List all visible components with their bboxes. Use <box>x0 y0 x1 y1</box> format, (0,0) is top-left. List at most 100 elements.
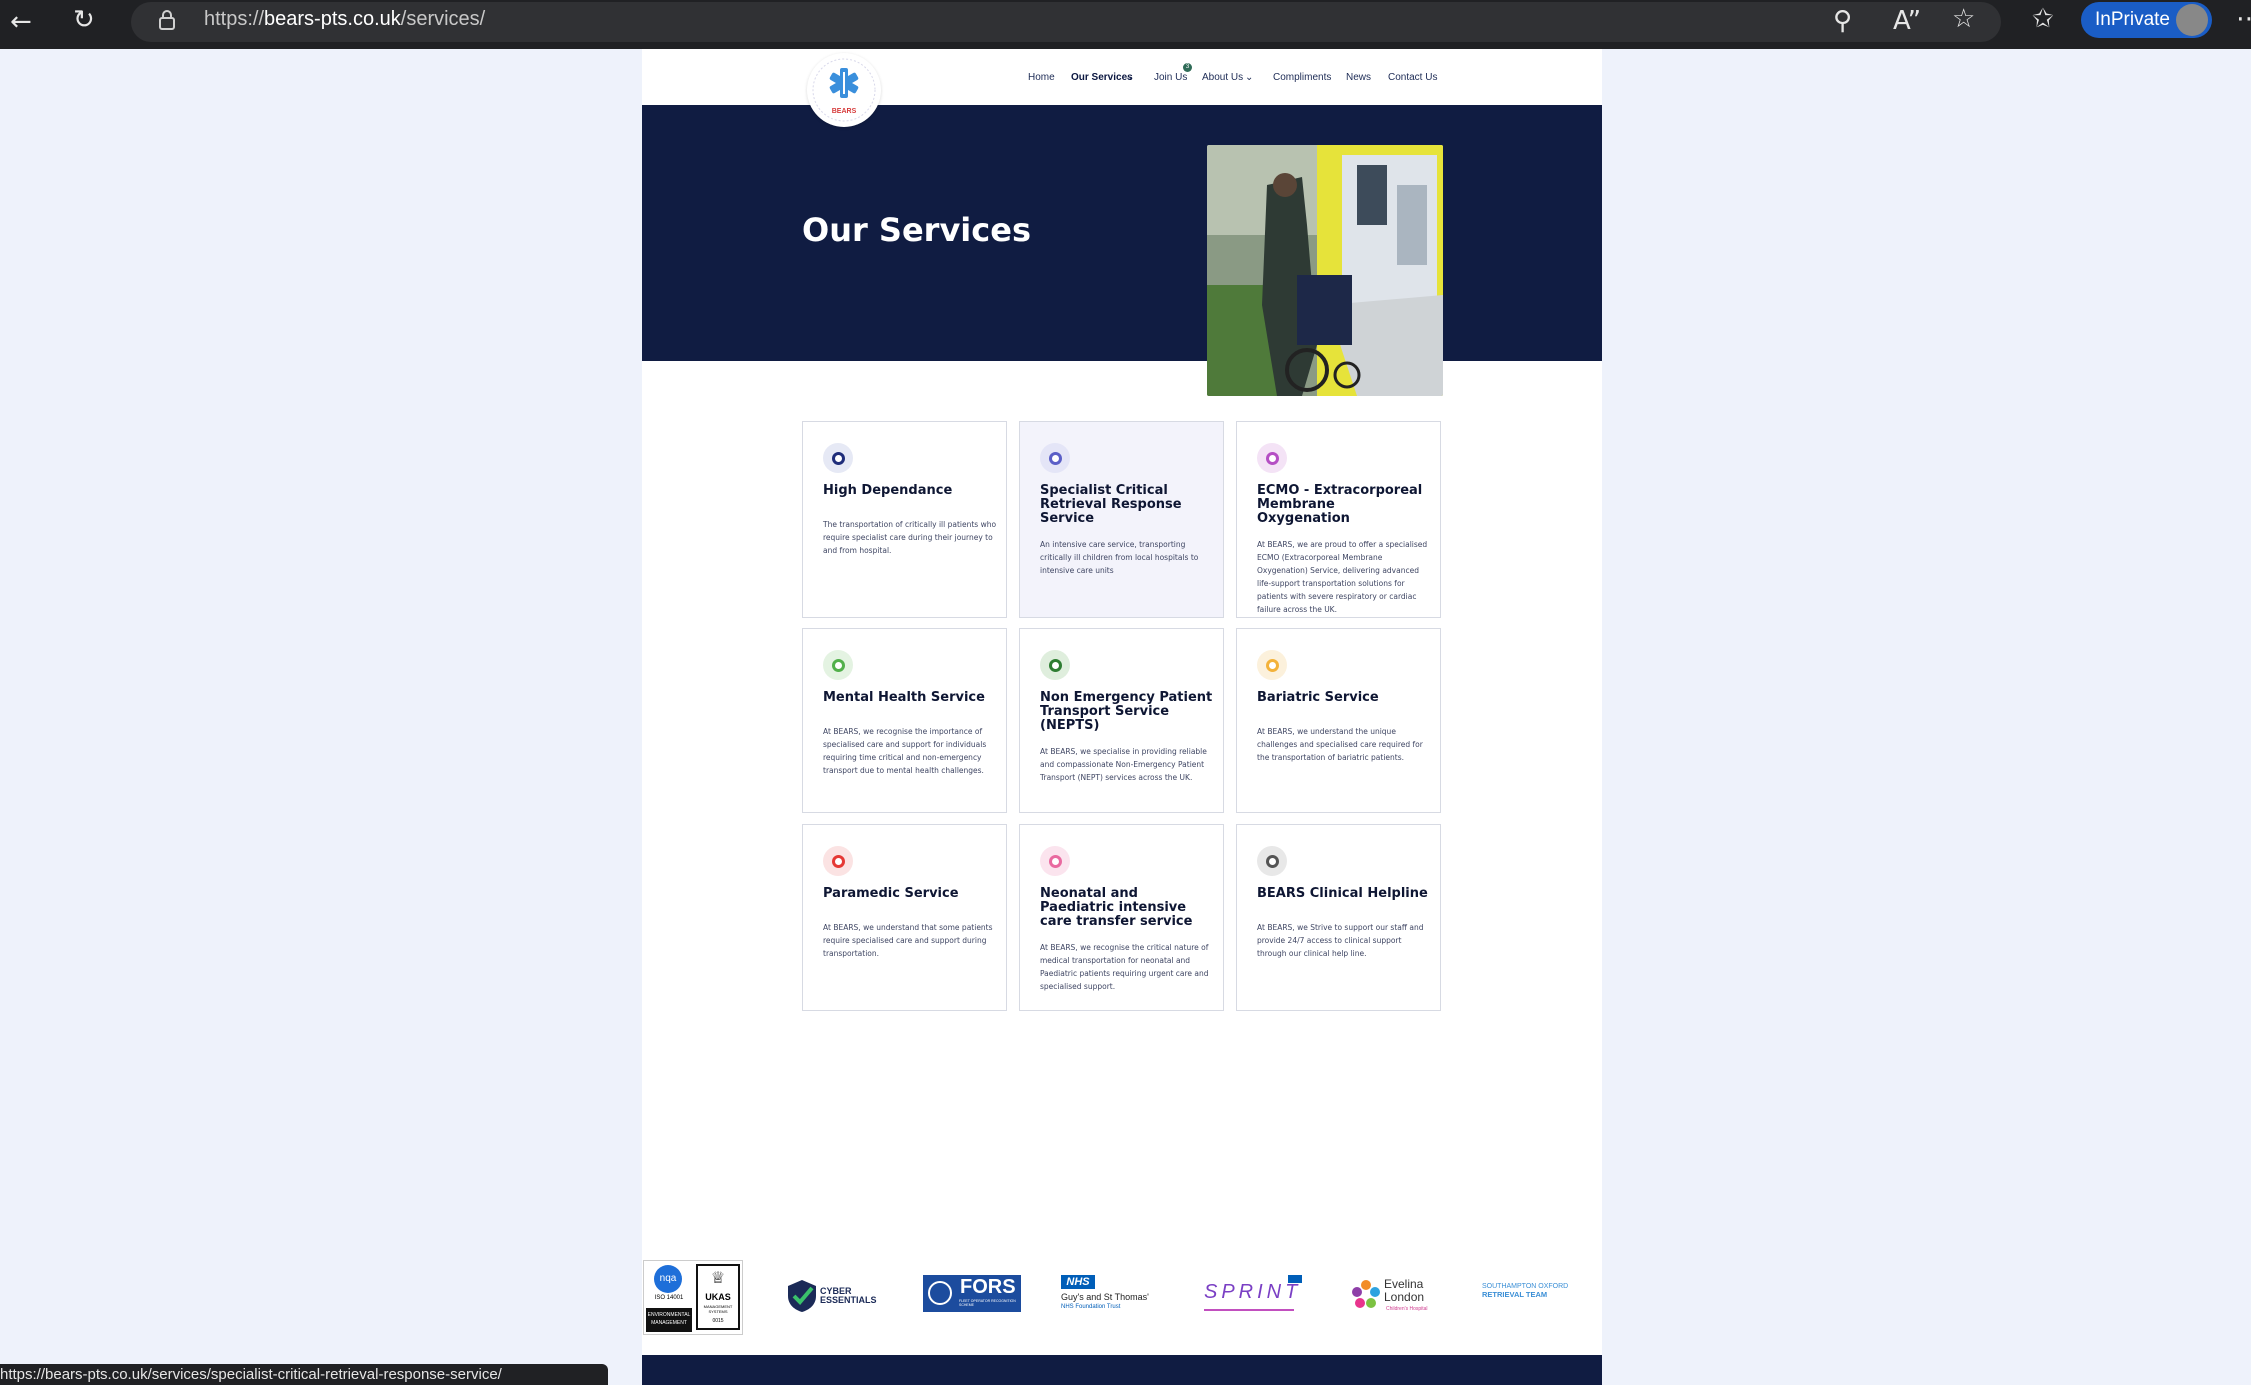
link-status-bar: https://bears-pts.co.uk/services/special… <box>0 1364 608 1385</box>
nav-news[interactable]: News <box>1346 72 1371 83</box>
crown-icon: ♕ <box>710 1268 726 1287</box>
service-card[interactable]: Non Emergency Patient Transport Service … <box>1019 628 1224 813</box>
circle-icon <box>1049 659 1062 672</box>
service-title[interactable]: Paramedic Service <box>823 887 998 901</box>
nav-contact-us[interactable]: Contact Us <box>1388 72 1437 83</box>
nqa-iso: ISO 14001 <box>654 1295 684 1301</box>
chevron-down-icon[interactable]: ⌄ <box>1245 72 1253 83</box>
ukas-sub: MANAGEMENT SYSTEMS <box>703 1304 733 1314</box>
fors-circle-icon <box>928 1281 952 1305</box>
service-title[interactable]: Mental Health Service <box>823 691 998 705</box>
service-card[interactable]: High Dependance The transportation of cri… <box>802 421 1007 618</box>
inprivate-button[interactable]: InPrivate <box>2081 2 2212 38</box>
sprint-underline <box>1204 1309 1294 1311</box>
url-text[interactable]: https://bears-pts.co.uk/services/ <box>204 8 485 31</box>
nhs-mark: NHS <box>1061 1275 1095 1289</box>
nav-our-services[interactable]: Our Services <box>1071 72 1133 83</box>
add-favorite-icon[interactable]: ☆ <box>1952 6 1975 32</box>
service-card[interactable]: Paramedic Service At BEARS, we understand… <box>802 824 1007 1011</box>
soton-line1: SOUTHAMPTON OXFORD <box>1482 1283 1569 1290</box>
profile-avatar <box>2176 4 2208 36</box>
service-title[interactable]: ECMO - Extracorporeal Membrane Oxygenati… <box>1257 484 1432 526</box>
favorites-icon[interactable]: ✩ <box>2032 6 2054 32</box>
circle-icon <box>1266 452 1279 465</box>
nqa-ukas-logo: nqa ISO 14001 ENVIRONMENTAL MANAGEMENT ♕… <box>643 1260 743 1335</box>
evelina-logo: Evelina London Children's Hospital <box>1351 1275 1441 1317</box>
soton-line2: RETRIEVAL TEAM <box>1482 1290 1548 1299</box>
service-description: The transportation of critically ill pat… <box>823 520 997 555</box>
service-description: At BEARS, we recognise the critical natu… <box>1040 943 1209 991</box>
url-scheme: https:// <box>204 8 265 30</box>
nav-compliments[interactable]: Compliments <box>1273 72 1331 83</box>
service-title[interactable]: Neonatal and Paediatric intensive care t… <box>1040 887 1215 929</box>
service-description: At BEARS, we recognise the importance of… <box>823 727 987 775</box>
southampton-oxford-logo: SOUTHAMPTON OXFORD RETRIEVAL TEAM <box>1482 1283 1592 1307</box>
circle-icon <box>832 855 845 868</box>
fors-sub: FLEET OPERATOR RECOGNITION SCHEME <box>959 1299 1016 1307</box>
logo-text: BEARS <box>832 108 857 115</box>
more-menu-icon[interactable]: ⋯ <box>2236 6 2251 32</box>
service-card[interactable]: BEARS Clinical Helpline At BEARS, we Stri… <box>1236 824 1441 1011</box>
join-us-badge: 3 <box>1183 63 1192 72</box>
nqa-env: ENVIRONMENTAL MANAGEMENT <box>646 1308 692 1332</box>
zoom-out-icon[interactable]: ⚲ <box>1833 8 1852 34</box>
guys-text: Guy's and St Thomas' <box>1061 1292 1149 1302</box>
ukas-number: 0015 <box>712 1318 724 1324</box>
service-icon <box>1257 650 1287 680</box>
service-icon <box>823 650 853 680</box>
service-icon <box>1040 846 1070 876</box>
circle-icon <box>1266 659 1279 672</box>
partner-logos: nqa ISO 14001 ENVIRONMENTAL MANAGEMENT ♕… <box>642 1259 1602 1339</box>
web-page: BEARS Home Our Services ⌄ Join Us 3 Abou… <box>642 49 1602 1385</box>
ukas-text: UKAS <box>705 1292 731 1302</box>
flower-icon <box>1352 1280 1380 1308</box>
star-of-life-icon: BEARS <box>812 58 876 122</box>
guys-st-thomas-logo: NHS Guy's and St Thomas' NHS Foundation … <box>1061 1275 1171 1315</box>
chevron-down-icon[interactable]: ⌄ <box>1125 72 1133 83</box>
page-title: Our Services <box>802 211 1031 249</box>
evelina-text: Evelina London <box>1384 1277 1425 1304</box>
service-title[interactable]: BEARS Clinical Helpline <box>1257 887 1432 901</box>
browser-toolbar: ← ↻ https://bears-pts.co.uk/services/ ⚲ … <box>0 0 2251 49</box>
service-card[interactable]: Neonatal and Paediatric intensive care t… <box>1019 824 1224 1011</box>
lock-icon[interactable] <box>158 9 176 31</box>
service-card[interactable]: Bariatric Service At BEARS, we understand… <box>1236 628 1441 813</box>
back-arrow-icon[interactable]: ← <box>10 9 32 35</box>
hero-photo <box>1207 145 1443 396</box>
service-title[interactable]: High Dependance <box>823 484 998 498</box>
service-card[interactable]: ECMO - Extracorporeal Membrane Oxygenati… <box>1236 421 1441 618</box>
service-description: At BEARS, we understand the unique chall… <box>1257 727 1423 762</box>
service-icon <box>1040 443 1070 473</box>
service-icon <box>823 443 853 473</box>
service-title[interactable]: Non Emergency Patient Transport Service … <box>1040 691 1215 733</box>
service-card[interactable]: Specialist Critical Retrieval Response S… <box>1019 421 1224 618</box>
site-header: BEARS Home Our Services ⌄ Join Us 3 Abou… <box>642 49 1602 127</box>
circle-icon <box>1049 855 1062 868</box>
service-icon <box>1257 846 1287 876</box>
read-aloud-icon[interactable]: A” <box>1893 8 1921 34</box>
service-description: At BEARS, we are proud to offer a specia… <box>1257 540 1428 614</box>
circle-icon <box>832 452 845 465</box>
cyber-text: CYBER ESSENTIALS <box>820 1286 877 1305</box>
service-icon <box>1257 443 1287 473</box>
url-path: /services/ <box>400 8 486 30</box>
service-description: At BEARS, we Strive to support our staff… <box>1257 923 1424 958</box>
reload-icon[interactable]: ↻ <box>73 7 95 33</box>
hero-banner: Our Services <box>642 105 1602 361</box>
service-description: An intensive care service, transporting … <box>1040 540 1199 575</box>
check-icon <box>788 1280 816 1312</box>
inprivate-label: InPrivate <box>2095 9 2170 30</box>
bears-logo[interactable]: BEARS <box>807 53 881 127</box>
nav-join-us[interactable]: Join Us <box>1154 72 1187 83</box>
service-card[interactable]: Mental Health Service At BEARS, we recogn… <box>802 628 1007 813</box>
fors-text: FORS <box>960 1276 1016 1298</box>
nav-home[interactable]: Home <box>1028 72 1055 83</box>
service-title[interactable]: Bariatric Service <box>1257 691 1432 705</box>
site-footer <box>642 1355 1602 1385</box>
service-description: At BEARS, we understand that some patien… <box>823 923 993 958</box>
nav-about-us[interactable]: About Us <box>1202 72 1243 83</box>
sprint-text: SPRINT <box>1204 1281 1302 1303</box>
nhs-small-mark <box>1288 1275 1302 1283</box>
service-icon <box>1040 650 1070 680</box>
service-title[interactable]: Specialist Critical Retrieval Response S… <box>1040 484 1215 526</box>
